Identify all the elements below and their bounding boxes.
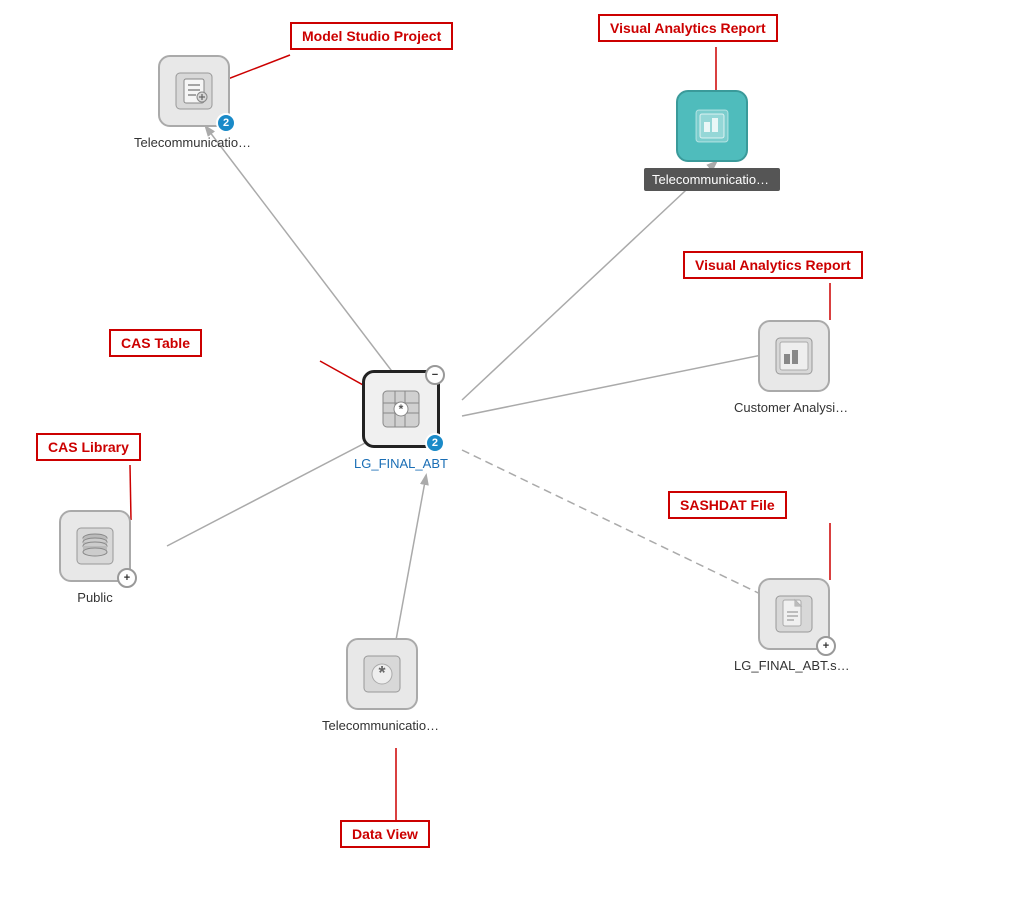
sashdat-label: LG_FINAL_ABT.sashdat: [734, 658, 854, 673]
model-studio-label: Telecommunications m...: [134, 135, 254, 150]
sashdat-icon: [774, 594, 814, 634]
diagram-canvas: Model Studio Project Visual Analytics Re…: [0, 0, 1024, 910]
data-view-icon-box: *: [346, 638, 418, 710]
data-view-icon: *: [362, 654, 402, 694]
va-report-1-icon: [692, 106, 732, 146]
va-report-1-icon-box: [676, 90, 748, 162]
model-studio-badge: 2: [216, 113, 236, 133]
node-center[interactable]: * − 2 LG_FINAL_ABT: [354, 370, 448, 471]
node-va-report-2[interactable]: Customer Analysis Rep...: [734, 320, 854, 415]
cas-library-icon: [75, 526, 115, 566]
svg-text:*: *: [378, 663, 385, 683]
cas-library-icon-box: +: [59, 510, 131, 582]
node-va-report-1[interactable]: Telecommunications Ex...: [644, 90, 780, 191]
va-report-1-label: Telecommunications Ex...: [652, 172, 772, 187]
cas-library-badge: +: [117, 568, 137, 588]
callout-data-view: Data View: [340, 820, 430, 848]
center-badge-minus: −: [425, 365, 445, 385]
center-badge-count: 2: [425, 433, 445, 453]
callout-model-studio: Model Studio Project: [290, 22, 453, 50]
svg-text:*: *: [399, 402, 404, 416]
node-model-studio[interactable]: 2 Telecommunications m...: [134, 55, 254, 150]
node-data-view[interactable]: * Telecommunication Dat...: [322, 638, 442, 733]
cas-table-icon-box: * − 2: [362, 370, 440, 448]
callout-sashdat: SASHDAT File: [668, 491, 787, 519]
center-node-label: LG_FINAL_ABT: [354, 456, 448, 471]
sashdat-icon-box: +: [758, 578, 830, 650]
cas-table-icon: *: [381, 389, 421, 429]
callout-cas-library: CAS Library: [36, 433, 141, 461]
cas-library-label: Public: [77, 590, 112, 605]
callout-va-report-2: Visual Analytics Report: [683, 251, 863, 279]
node-sashdat[interactable]: + LG_FINAL_ABT.sashdat: [734, 578, 854, 673]
node-cas-library[interactable]: + Public: [59, 510, 131, 605]
va-report-2-icon: [774, 336, 814, 376]
data-view-label: Telecommunication Dat...: [322, 718, 442, 733]
model-studio-icon: [174, 71, 214, 111]
va-report-2-label: Customer Analysis Rep...: [734, 400, 854, 415]
callout-va-report-1: Visual Analytics Report: [598, 14, 778, 42]
model-studio-icon-box: 2: [158, 55, 230, 127]
va-report-2-icon-box: [758, 320, 830, 392]
callout-cas-table: CAS Table: [109, 329, 202, 357]
sashdat-badge: +: [816, 636, 836, 656]
